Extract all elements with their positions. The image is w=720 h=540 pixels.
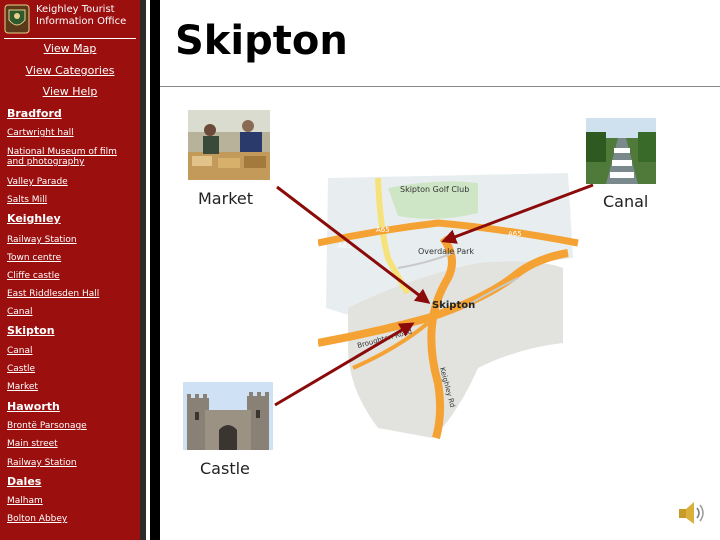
- canal-arrow: [441, 183, 594, 244]
- arrows-overlay: [274, 183, 594, 407]
- market-arrow: [276, 185, 431, 304]
- sound-icon[interactable]: [676, 498, 706, 528]
- castle-arrow: [274, 322, 415, 407]
